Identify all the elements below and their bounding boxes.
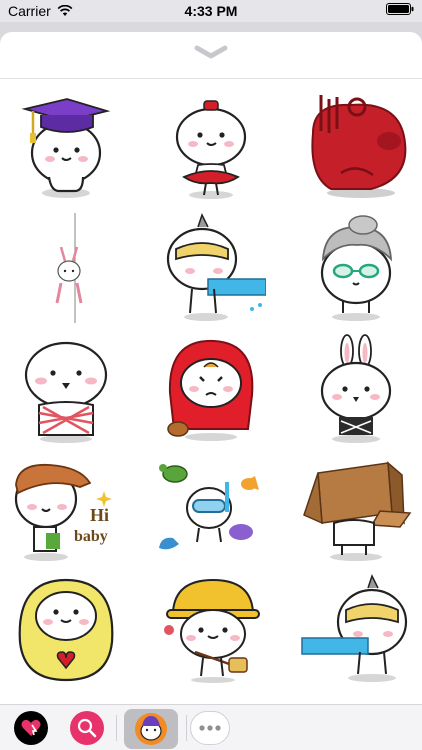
sheet-collapse-handle[interactable]	[0, 42, 422, 68]
sticker-visor-hose-2[interactable]	[296, 570, 416, 686]
tray-separator	[116, 715, 117, 741]
sticker-visor-hose[interactable]	[151, 210, 271, 326]
app-tray	[0, 704, 422, 750]
sticker-snorkel[interactable]	[151, 450, 271, 566]
sheet-divider	[0, 78, 422, 79]
sticker-hardhat[interactable]	[151, 570, 271, 686]
hi-baby-caption-line1: Hi	[90, 505, 109, 525]
ballerina-sticker-image	[175, 100, 247, 199]
sticker-pack-icon[interactable]	[134, 712, 168, 746]
sticker-graduate[interactable]	[6, 90, 126, 206]
snorkel-sticker-image	[159, 464, 259, 550]
sticker-ballerina[interactable]	[151, 90, 271, 206]
chevron-down-icon[interactable]	[191, 42, 231, 64]
status-bar: Carrier 4:33 PM	[0, 0, 422, 22]
tray-separator	[186, 715, 187, 741]
digital-touch-icon[interactable]	[20, 717, 42, 739]
visor-hose-2-sticker-image	[301, 574, 408, 682]
sticker-bunny-ornament[interactable]	[6, 210, 126, 326]
more-apps-button[interactable]	[190, 711, 230, 745]
grandma-sticker-image	[320, 215, 393, 321]
sticker-tied-ribbon[interactable]	[6, 330, 126, 446]
sticker-hi-baby[interactable]: Hi baby	[6, 450, 126, 566]
sticker-pack-app-selected[interactable]	[124, 709, 178, 749]
red-hood-sticker-image	[167, 339, 254, 441]
hi-baby-sticker-image: Hi baby	[14, 463, 112, 561]
sticker-red-hood[interactable]	[151, 330, 271, 446]
hi-baby-caption-line2: baby	[74, 528, 108, 545]
search-images-app[interactable]	[70, 711, 104, 745]
visor-hose-sticker-image	[166, 213, 266, 321]
search-images-icon[interactable]	[76, 717, 98, 739]
cardboard-box-sticker-image	[303, 461, 412, 561]
battery-icon	[386, 3, 414, 15]
digital-touch-app[interactable]	[14, 711, 48, 745]
sticker-yellow-hood[interactable]	[6, 570, 126, 686]
more-apps-icon[interactable]	[199, 725, 221, 731]
tied-ribbon-sticker-image	[24, 341, 108, 443]
graduate-sticker-image	[21, 98, 111, 198]
clock: 4:33 PM	[184, 3, 238, 19]
sticker-red-piggy[interactable]	[296, 90, 416, 206]
sticker-bunny-ears[interactable]	[296, 330, 416, 446]
bunny-ears-sticker-image	[320, 334, 392, 443]
sticker-cardboard-box[interactable]	[296, 450, 416, 566]
status-right	[386, 3, 414, 15]
red-piggy-sticker-image	[311, 95, 407, 198]
yellow-hood-sticker-image	[18, 578, 114, 682]
hardhat-sticker-image	[164, 578, 260, 683]
sticker-grandma[interactable]	[296, 210, 416, 326]
bunny-ornament-sticker-image	[55, 213, 83, 323]
sticker-browser-sheet: Hi baby	[0, 32, 422, 704]
